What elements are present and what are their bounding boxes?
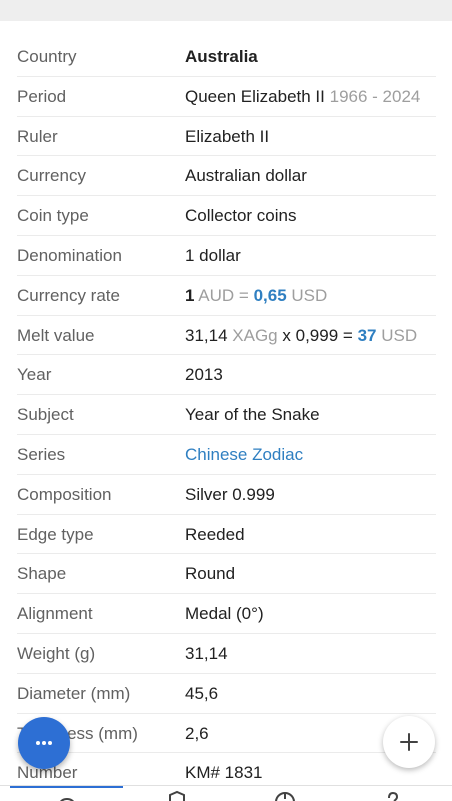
row-shape: Shape Round bbox=[17, 554, 436, 595]
rate-value: 0,65 bbox=[253, 285, 287, 305]
rate-to-currency: USD bbox=[291, 285, 328, 305]
bottom-navigation bbox=[0, 785, 452, 801]
row-label: Denomination bbox=[17, 245, 122, 265]
row-subject: Subject Year of the Snake bbox=[17, 395, 436, 435]
row-value: Australia bbox=[185, 47, 258, 66]
rate-amount: 1 bbox=[185, 285, 195, 305]
nav-item-help[interactable] bbox=[334, 786, 447, 801]
more-options-button[interactable] bbox=[18, 717, 70, 769]
row-value: Year of the Snake bbox=[185, 405, 320, 425]
row-label: Year bbox=[17, 365, 52, 385]
coin-details-table: Country Australia Period Queen Elizabeth… bbox=[0, 37, 452, 793]
melt-result: 37 bbox=[357, 325, 377, 345]
period-name: Queen Elizabeth II bbox=[185, 86, 325, 106]
series-link[interactable]: Chinese Zodiac bbox=[185, 435, 303, 474]
row-weight: Weight (g) 31,14 bbox=[17, 634, 436, 674]
row-label: Edge type bbox=[17, 524, 94, 544]
row-denomination: Denomination 1 dollar bbox=[17, 236, 436, 276]
currency-rate-value: 1 AUD = 0,65 USD bbox=[185, 276, 327, 315]
rate-equals: = bbox=[238, 285, 249, 305]
row-value: Medal (0°) bbox=[185, 604, 264, 624]
plus-icon bbox=[400, 733, 418, 751]
row-thickness: Thickness (mm) 2,6 bbox=[17, 714, 436, 754]
add-coin-button[interactable] bbox=[383, 716, 435, 768]
top-strip bbox=[0, 0, 452, 21]
row-value: Reeded bbox=[185, 524, 245, 544]
more-horizontal-icon bbox=[36, 741, 52, 745]
melt-equals: = bbox=[342, 325, 353, 345]
row-coin-type: Coin type Collector coins bbox=[17, 196, 436, 236]
period-years: 1966 - 2024 bbox=[329, 86, 421, 106]
row-value: Queen Elizabeth II 1966 - 2024 bbox=[185, 77, 420, 116]
row-value: 2013 bbox=[185, 365, 223, 385]
row-diameter: Diameter (mm) 45,6 bbox=[17, 674, 436, 714]
nav-item-globe[interactable] bbox=[226, 786, 339, 801]
row-currency-rate: Currency rate 1 AUD = 0,65 USD bbox=[17, 276, 436, 316]
row-label: Currency rate bbox=[17, 285, 120, 305]
row-label: Shape bbox=[17, 564, 67, 584]
row-label: Weight (g) bbox=[17, 643, 96, 663]
row-edge-type: Edge type Reeded bbox=[17, 515, 436, 555]
row-series: Series Chinese Zodiac bbox=[17, 435, 436, 475]
row-label: Series bbox=[17, 444, 66, 464]
row-value: 31,14 bbox=[185, 643, 228, 663]
row-label: Subject bbox=[17, 405, 74, 425]
row-melt-value: Melt value 31,14 XAGg x 0,999 = 37 USD bbox=[17, 316, 436, 356]
row-value: 1 dollar bbox=[185, 245, 241, 265]
melt-weight: 31,14 bbox=[185, 325, 228, 345]
row-label: Country bbox=[17, 47, 77, 66]
help-icon bbox=[388, 791, 399, 801]
globe-icon bbox=[275, 792, 295, 801]
rate-from-currency: AUD bbox=[198, 285, 235, 305]
melt-unit: XAGg bbox=[232, 325, 278, 345]
row-value: 45,6 bbox=[185, 683, 219, 703]
row-value: Australian dollar bbox=[185, 166, 307, 186]
row-label: Diameter (mm) bbox=[17, 683, 131, 703]
row-value: 2,6 bbox=[185, 723, 209, 743]
row-label: Ruler bbox=[17, 126, 58, 146]
row-label: Period bbox=[17, 86, 67, 106]
row-label: Currency bbox=[17, 166, 86, 186]
row-label: Composition bbox=[17, 484, 112, 504]
row-label: Alignment bbox=[17, 604, 93, 624]
row-value: Elizabeth II bbox=[185, 126, 270, 146]
catalog-icon bbox=[169, 790, 185, 801]
melt-purity: 0,999 bbox=[295, 325, 339, 345]
row-value: Collector coins bbox=[185, 206, 297, 226]
row-country: Country Australia bbox=[17, 37, 436, 77]
row-ruler: Ruler Elizabeth II bbox=[17, 117, 436, 157]
melt-currency: USD bbox=[381, 325, 418, 345]
row-value: Silver 0.999 bbox=[185, 484, 275, 504]
row-label: Coin type bbox=[17, 206, 89, 226]
melt-times: x bbox=[282, 325, 291, 345]
row-year: Year 2013 bbox=[17, 355, 436, 396]
row-value: Round bbox=[185, 564, 236, 584]
nav-item-catalog[interactable] bbox=[118, 786, 231, 801]
melt-value: 31,14 XAGg x 0,999 = 37 USD bbox=[185, 316, 417, 355]
row-label: Melt value bbox=[17, 325, 95, 345]
row-alignment: Alignment Medal (0°) bbox=[17, 594, 436, 634]
row-currency: Currency Australian dollar bbox=[17, 156, 436, 197]
nav-item-coin[interactable] bbox=[10, 786, 123, 801]
row-composition: Composition Silver 0.999 bbox=[17, 475, 436, 515]
row-period: Period Queen Elizabeth II 1966 - 2024 bbox=[17, 77, 436, 117]
